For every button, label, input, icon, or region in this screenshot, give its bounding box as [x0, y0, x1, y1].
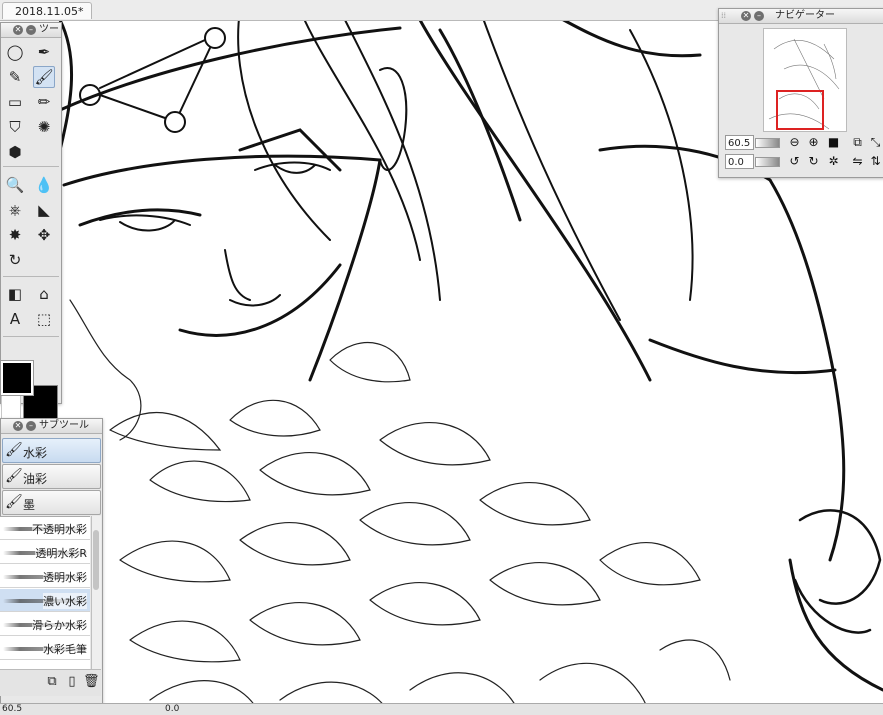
text-tool[interactable]: A [4, 308, 26, 330]
sub-tool-titlebar[interactable]: ✕ – サブツール [1, 419, 102, 434]
subtool-tab-oil[interactable]: 🖌 油彩 [2, 464, 101, 489]
close-icon[interactable]: ✕ [13, 421, 23, 431]
minimize-icon[interactable]: – [26, 25, 36, 35]
minimize-icon[interactable]: – [26, 421, 36, 431]
zoom-slider[interactable] [755, 138, 780, 148]
house-tool[interactable]: ⌂ [33, 283, 55, 305]
main-color-swatch[interactable] [0, 360, 34, 396]
eyedropper-tool[interactable]: ✒ [33, 41, 55, 63]
zoom-in-icon[interactable]: ⊕ [806, 135, 821, 150]
transparent-color-swatch[interactable] [1, 395, 21, 419]
copy-subtool-icon[interactable]: ⧉ [44, 674, 60, 690]
oil-brush-icon: 🖌 [5, 468, 23, 484]
close-icon[interactable]: ✕ [741, 11, 751, 21]
subtool-tab-watercolor[interactable]: 🖌 水彩 [2, 438, 101, 463]
list-item[interactable]: 濃い水彩 [0, 589, 90, 612]
brush-label: 濃い水彩 [43, 593, 87, 609]
zoom-tool[interactable]: 🔍 [4, 174, 26, 196]
subtool-tab-ink[interactable]: 🖌 墨 [2, 490, 101, 515]
subtool-tab-label: 墨 [23, 498, 36, 512]
status-bar: 60.5 0.0 [0, 703, 883, 715]
tool-separator [3, 166, 59, 167]
brush-label: 不透明水彩 [32, 521, 87, 537]
list-item[interactable]: 水彩毛筆 [0, 637, 90, 660]
document-tab[interactable]: 2018.11.05* [2, 2, 92, 19]
zoom-field[interactable]: 60.5 [725, 135, 754, 150]
subtool-tab-label: 水彩 [23, 446, 48, 460]
ink-brush-icon: 🖌 [5, 494, 23, 510]
tool-palette-titlebar[interactable]: ✕ – ツー [1, 23, 61, 38]
navigator-preview[interactable] [763, 28, 847, 132]
marker-tool[interactable]: ✏ [33, 91, 55, 113]
figure-tool[interactable]: ◣ [33, 199, 55, 221]
brush-label: 透明水彩 [43, 569, 87, 585]
brush-list: 不透明水彩 透明水彩R 透明水彩 濃い水彩 滑らか水彩 水彩毛筆 [0, 516, 90, 670]
list-item[interactable]: 不透明水彩 [0, 517, 90, 540]
status-zoom: 60.5 [2, 704, 23, 714]
lasso-tool[interactable]: ◯ [4, 41, 26, 63]
gradient-tool[interactable]: ◧ [4, 283, 26, 305]
flip-horizontal-icon[interactable]: ⇋ [850, 154, 865, 169]
flip-vertical-icon[interactable]: ⇅ [868, 154, 883, 169]
brush-label: 透明水彩R [35, 545, 87, 561]
fit-window-icon[interactable]: ■ [826, 135, 841, 150]
tool-separator [3, 336, 59, 337]
navigator-titlebar[interactable]: ⁞⁞ ✕ – ナビゲーター [719, 9, 883, 24]
tool-palette-title: ツー [39, 24, 59, 35]
grip-icon: ⁞⁞ [721, 11, 727, 20]
brush-list-scrollbar[interactable] [91, 516, 101, 669]
fill-tool[interactable]: ⛉ [4, 116, 26, 138]
rotate-right-icon[interactable]: ↻ [806, 154, 821, 169]
rotate-tool[interactable]: ↻ [4, 249, 26, 271]
3d-tool[interactable]: ⬚ [33, 308, 55, 330]
sub-tool-bottom-bar: ⧉ ▯ 🗑 [0, 669, 101, 696]
brush-tool[interactable]: 🖌 [33, 66, 55, 88]
brush-label: 滑らか水彩 [32, 617, 87, 633]
minimize-icon[interactable]: – [754, 11, 764, 21]
bucket-tool[interactable]: ⬢ [4, 141, 26, 163]
close-icon[interactable]: ✕ [13, 25, 23, 35]
sub-tool-title: サブツール [39, 420, 89, 431]
rotation-slider[interactable] [755, 157, 780, 167]
eraser-tool[interactable]: ▭ [4, 91, 26, 113]
rotation-field[interactable]: 0.0 [725, 154, 754, 169]
reset-rotation-icon[interactable]: ✲ [826, 154, 841, 169]
fit-selection-icon[interactable]: ⧉ [850, 135, 865, 150]
pen-tool[interactable]: ✎ [4, 66, 26, 88]
watercolor-brush-icon: 🖌 [5, 442, 23, 458]
brush-label: 水彩毛筆 [43, 641, 87, 657]
sparkle-tool[interactable]: ✸ [4, 224, 26, 246]
trash-icon[interactable]: 🗑 [83, 674, 100, 690]
status-angle: 0.0 [165, 704, 180, 714]
tool-palette: ✕ – ツー ◯ ✒ ✎ 🖌 ▭ ✏ ⛉ ✺ ⬢ 🔍 💧 ⎈ ◣ ✸ ✥ ↻ ◧ ⌂ A ⬚ [0, 22, 62, 420]
rotate-left-icon[interactable]: ↺ [787, 154, 802, 169]
tool-separator [3, 276, 59, 277]
stamp-tool[interactable]: ⎈ [4, 199, 26, 221]
navigator-title: ナビゲーター [775, 10, 835, 21]
document-tab-title: 2018.11.05* [15, 5, 84, 18]
actual-size-icon[interactable]: ⤡ [868, 135, 883, 150]
list-item[interactable]: 透明水彩 [0, 565, 90, 588]
subtool-tab-label: 油彩 [23, 472, 48, 486]
viewport-frame[interactable] [776, 90, 824, 130]
scrollbar-thumb[interactable] [93, 530, 99, 590]
blend-tool[interactable]: ✺ [33, 116, 55, 138]
move-tool[interactable]: ✥ [33, 224, 55, 246]
list-item[interactable]: 滑らか水彩 [0, 613, 90, 636]
list-item[interactable]: 透明水彩R [0, 541, 90, 564]
new-subtool-icon[interactable]: ▯ [64, 674, 80, 690]
blur-tool[interactable]: 💧 [33, 174, 55, 196]
zoom-out-icon[interactable]: ⊖ [787, 135, 802, 150]
